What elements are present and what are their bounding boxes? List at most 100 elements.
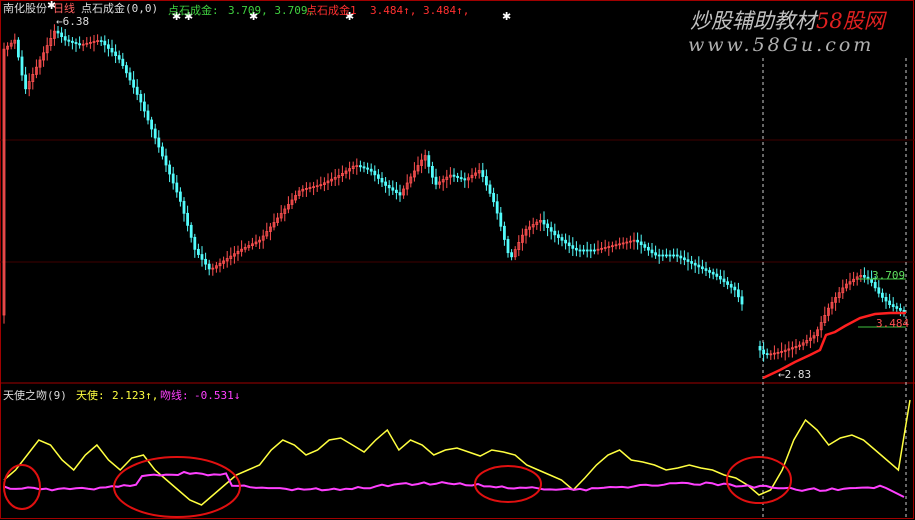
- upper-level-label: 3.709: [872, 269, 906, 282]
- candle-body: [593, 249, 596, 252]
- candle-body: [701, 266, 704, 270]
- candle-body: [103, 40, 107, 46]
- candle-body: [387, 184, 391, 189]
- candle-body: [722, 278, 726, 283]
- candle-body: [434, 176, 438, 185]
- candle-body: [733, 286, 737, 291]
- line2-label: 点石成金1: [306, 4, 357, 17]
- candle-body: [654, 252, 657, 256]
- candlestick-chart[interactable]: ✱✱ ✱ ✱ ✱ ✱: [0, 0, 915, 520]
- candle-body: [391, 187, 395, 191]
- candle-body: [877, 287, 881, 294]
- outer-border: [0, 0, 914, 519]
- main-indicator-name[interactable]: 点石成金(0,0): [81, 3, 158, 15]
- highlight-circle: [3, 464, 41, 510]
- candle-body: [484, 176, 488, 186]
- candle-body: [459, 177, 463, 180]
- candle-body: [650, 249, 654, 254]
- candle-body: [863, 274, 866, 278]
- candle-body: [132, 79, 136, 88]
- candle-body: [20, 56, 24, 76]
- chart-window[interactable]: ✱ ✱ ✱ ✱ ✱ ✱ 南化股份 日线 点石成金(0,0) 点石成金: 3.709, 3.…: [0, 0, 915, 520]
- candle-body: [711, 271, 715, 275]
- candle-body: [56, 30, 60, 34]
- candle-body: [146, 110, 150, 121]
- candle-body: [189, 224, 193, 238]
- candle-body: [186, 212, 190, 226]
- period-label[interactable]: 日线: [53, 3, 75, 15]
- candles[interactable]: [2, 24, 906, 362]
- candle-body: [200, 254, 204, 260]
- candle-body: [881, 292, 884, 298]
- candle-body: [384, 181, 388, 186]
- candle-body: [125, 65, 128, 74]
- candle-body: [121, 58, 125, 67]
- candle-body: [142, 101, 146, 112]
- candle-body: [506, 239, 510, 254]
- candle-body: [157, 137, 161, 148]
- candle-body: [578, 249, 582, 252]
- candle-body: [873, 281, 877, 289]
- candle-body: [488, 184, 492, 194]
- lower-level-label: 3.484: [876, 317, 910, 330]
- candle-body: [553, 230, 557, 236]
- candle-body: [63, 36, 67, 41]
- candle-body: [697, 264, 701, 268]
- candle-body: [452, 174, 456, 177]
- candle-body: [139, 94, 143, 103]
- sub-indicator-name[interactable]: 天使之吻(9): [3, 390, 67, 402]
- candle-body: [193, 236, 197, 250]
- candle-body: [636, 239, 639, 243]
- candle-body: [204, 258, 208, 265]
- candle-body: [175, 182, 179, 193]
- candle-body: [463, 178, 467, 181]
- candle-body: [762, 349, 765, 354]
- candle-body: [99, 40, 103, 42]
- kiss-line: [3, 470, 905, 498]
- watermark-url: www.58Gu.com: [688, 34, 875, 56]
- candle-body: [207, 263, 211, 270]
- watermark-title: 炒股辅助教材58股网: [690, 9, 885, 33]
- candle-body: [582, 249, 585, 252]
- candle-body: [74, 42, 78, 45]
- candle-body: [719, 275, 722, 280]
- candle-body: [715, 273, 719, 277]
- candle-body: [153, 128, 157, 139]
- candle-body: [150, 119, 154, 130]
- candle-body: [690, 261, 693, 264]
- candle-body: [679, 255, 683, 259]
- candle-body: [546, 223, 549, 228]
- candle-body: [182, 200, 186, 214]
- candle-body: [899, 307, 902, 311]
- candle-body: [765, 353, 769, 356]
- candle-body: [668, 254, 672, 257]
- candle-body: [114, 51, 117, 56]
- line2-value: 3.484↑, 3.484↑,: [370, 4, 470, 17]
- candle-body: [891, 304, 895, 308]
- angel-line: [3, 399, 911, 506]
- highlight-circle: [113, 456, 241, 518]
- candle-body: [24, 74, 28, 90]
- indicator-panel[interactable]: [3, 399, 911, 518]
- candle-body: [107, 44, 110, 49]
- candle-body: [571, 245, 575, 249]
- candle-body: [884, 296, 888, 302]
- candle-body: [672, 254, 675, 257]
- line1-value: 3.709, 3.709,: [228, 4, 315, 17]
- candle-body: [726, 281, 729, 285]
- candle-body: [675, 254, 679, 257]
- candle-body: [549, 227, 553, 232]
- candle-body: [661, 254, 665, 257]
- candle-body: [895, 306, 899, 309]
- candle-body: [78, 43, 81, 46]
- candle-body: [481, 170, 485, 177]
- candle-body: [704, 268, 708, 271]
- candle-body: [60, 32, 63, 37]
- candle-body: [492, 192, 496, 203]
- candle-body: [686, 259, 690, 262]
- candle-body: [71, 40, 74, 43]
- candle-body: [427, 155, 431, 167]
- candle-body: [567, 242, 571, 247]
- candle-body: [398, 192, 402, 196]
- candle-body: [708, 270, 711, 273]
